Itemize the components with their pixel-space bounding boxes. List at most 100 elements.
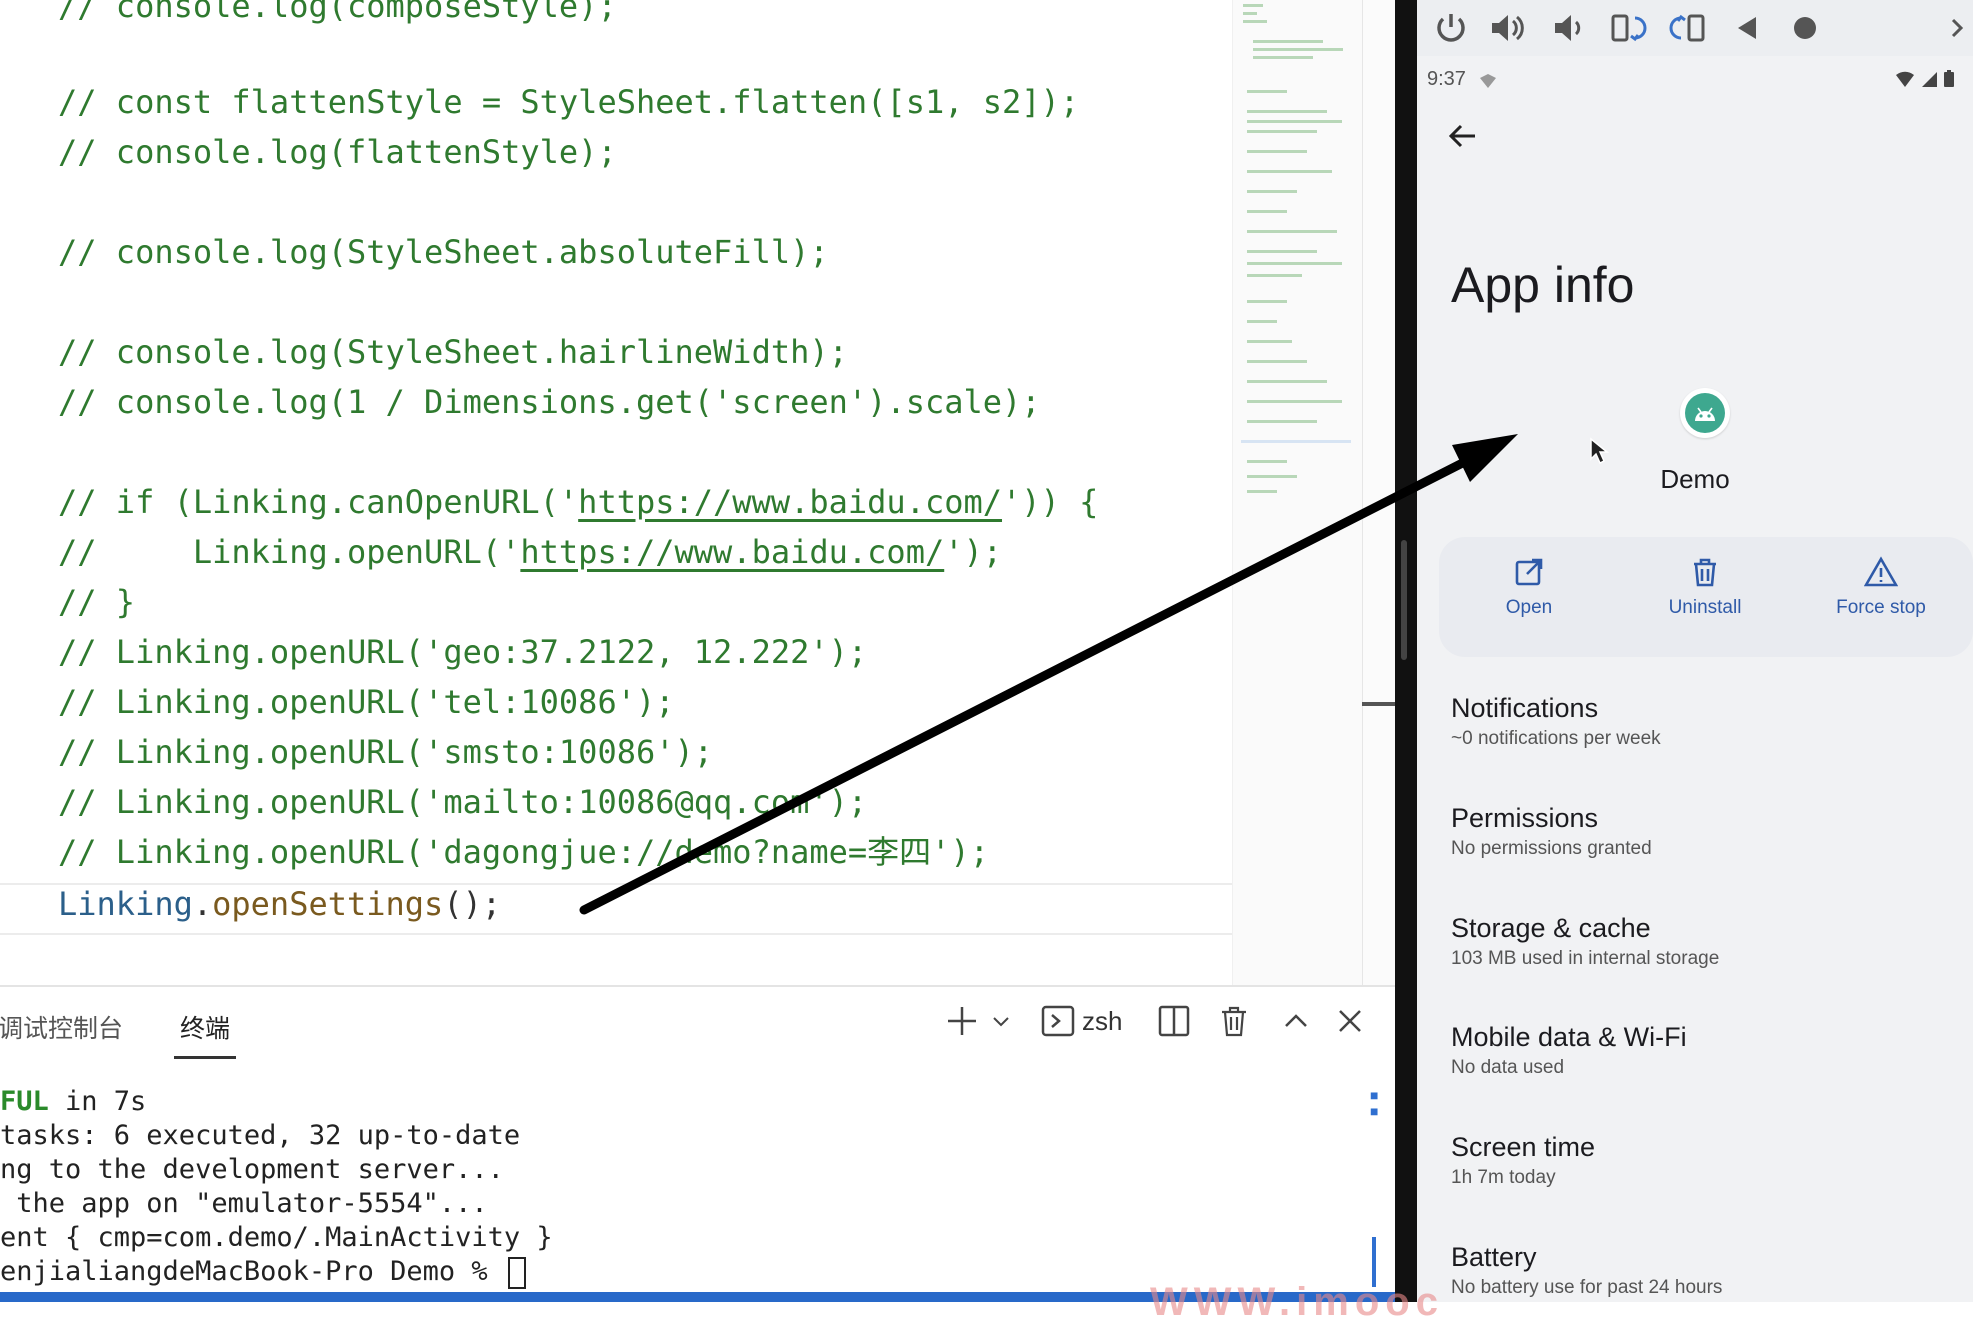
force-stop-label: Force stop <box>1836 597 1926 618</box>
terminal-line: tasks: 6 executed, 32 up-to-date <box>0 1120 521 1151</box>
terminal-prompt-line[interactable]: enjialiangdeMacBook-Pro Demo % <box>0 1255 526 1289</box>
close-icon <box>1339 1010 1361 1032</box>
open-button[interactable]: Open <box>1449 555 1609 619</box>
minimap[interactable] <box>1232 0 1363 985</box>
triangle-back-icon <box>1738 17 1756 39</box>
rotate-right-icon <box>1669 14 1705 42</box>
home-button[interactable] <box>1785 8 1825 48</box>
code-line[interactable]: // console.log(1 / Dimensions.get('scree… <box>58 382 1041 422</box>
code-line[interactable]: // Linking.openURL('tel:10086'); <box>58 682 675 722</box>
open-in-new-icon <box>1515 558 1543 586</box>
terminal-prompt: enjialiangdeMacBook-Pro Demo % <box>0 1256 504 1287</box>
code-line-active[interactable]: Linking.openSettings(); <box>58 884 501 924</box>
terminal-icon <box>1041 1005 1075 1037</box>
rotate-left-button[interactable] <box>1609 8 1649 48</box>
volume-down-icon <box>1555 15 1581 41</box>
code-editor[interactable]: // console.log(composeStyle); // const f… <box>0 0 1395 985</box>
terminal-line: the app on "emulator-5554"... <box>0 1188 488 1219</box>
kill-terminal-button[interactable] <box>1214 999 1254 1043</box>
close-panel-button[interactable] <box>1330 999 1370 1043</box>
setting-permissions[interactable]: Permissions No permissions granted <box>1451 802 1652 862</box>
uninstall-button[interactable]: Uninstall <box>1625 555 1785 619</box>
code-url-link[interactable]: https://www.baidu.com/ <box>578 483 1002 521</box>
resize-handle[interactable] <box>1401 540 1407 660</box>
setting-storage-cache[interactable]: Storage & cache 103 MB used in internal … <box>1451 912 1719 972</box>
setting-subtitle: No permissions granted <box>1451 838 1652 859</box>
volume-up-button[interactable] <box>1487 8 1527 48</box>
action-card: Open Uninstall Force stop <box>1439 537 1973 657</box>
code-line[interactable]: // console.log(StyleSheet.hairlineWidth)… <box>58 332 848 372</box>
code-line[interactable]: // console.log(flattenStyle); <box>58 132 617 172</box>
power-button[interactable] <box>1431 8 1471 48</box>
code-token-punctuation: (); <box>443 885 502 923</box>
terminal-decoration-dots: ■ ■ <box>1370 1087 1381 1119</box>
split-icon <box>1158 1005 1190 1037</box>
editor-scrollbar[interactable] <box>1362 0 1395 985</box>
code-line[interactable]: // console.log(composeStyle); <box>58 0 617 26</box>
terminal-line: ng to the development server... <box>0 1154 504 1185</box>
setting-subtitle: 103 MB used in internal storage <box>1451 948 1720 969</box>
chevron-right-icon <box>1951 18 1964 38</box>
more-options-button[interactable] <box>1943 8 1973 48</box>
code-token-function: openSettings <box>212 885 444 923</box>
tab-terminal[interactable]: 终端 <box>180 1009 230 1045</box>
code-line[interactable]: // Linking.openURL('dagongjue://demo?nam… <box>58 832 989 872</box>
setting-mobile-data[interactable]: Mobile data & Wi-Fi No data used <box>1451 1021 1687 1081</box>
code-text: // Linking.openURL(' <box>58 533 521 571</box>
page-title: App info <box>1451 257 1635 313</box>
trash-icon <box>1694 558 1716 587</box>
app-icon <box>1680 388 1730 438</box>
code-line[interactable]: // Linking.openURL('geo:37.2122, 12.222'… <box>58 632 867 672</box>
status-icons <box>1895 70 1955 93</box>
setting-subtitle: ~0 notifications per week <box>1451 728 1661 749</box>
terminal-text: in 7s <box>48 1086 147 1117</box>
tab-debug-console[interactable]: 调试控制台 <box>0 1009 123 1045</box>
code-line[interactable]: // Linking.openURL('mailto:10086@qq.com'… <box>58 782 867 822</box>
code-line[interactable]: // Linking.openURL('smsto:10086'); <box>58 732 713 772</box>
setting-title: Storage & cache <box>1451 913 1651 943</box>
scrollbar-position-marker[interactable] <box>1362 702 1395 706</box>
force-stop-button[interactable]: Force stop <box>1801 555 1961 619</box>
code-line[interactable]: // if (Linking.canOpenURL('https://www.b… <box>58 482 1098 522</box>
battery-icon <box>1944 70 1954 87</box>
setting-title: Notifications <box>1451 693 1599 723</box>
navigate-back-button[interactable] <box>1445 118 1485 158</box>
setting-title: Permissions <box>1451 803 1599 833</box>
maximize-panel-button[interactable] <box>1276 999 1316 1043</box>
home-circle-icon <box>1794 17 1816 39</box>
terminal-status-text: FUL <box>0 1086 49 1117</box>
volume-up-icon <box>1492 15 1524 41</box>
terminal-shell-name[interactable]: zsh <box>1082 999 1122 1043</box>
active-tab-indicator <box>174 1056 236 1059</box>
volume-down-button[interactable] <box>1549 8 1589 48</box>
setting-subtitle: 1h 7m today <box>1451 1167 1556 1188</box>
setting-notifications[interactable]: Notifications ~0 notifications per week <box>1451 692 1661 752</box>
open-label: Open <box>1505 597 1553 618</box>
code-line[interactable]: // console.log(StyleSheet.absoluteFill); <box>58 232 829 272</box>
setting-subtitle: No battery use for past 24 hours <box>1451 1277 1723 1298</box>
back-button[interactable] <box>1727 8 1767 48</box>
setting-subtitle: No data used <box>1451 1057 1565 1078</box>
app-name: Demo <box>1660 464 1730 494</box>
new-terminal-button[interactable] <box>942 999 982 1043</box>
terminal-line: FUL in 7s <box>0 1085 146 1119</box>
mouse-pointer-icon <box>1590 437 1609 465</box>
terminal-shell-icon[interactable] <box>1038 999 1078 1043</box>
setting-battery[interactable]: Battery No battery use for past 24 hours <box>1451 1241 1722 1301</box>
rotate-left-icon <box>1611 14 1647 42</box>
rotate-right-button[interactable] <box>1667 8 1707 48</box>
code-line[interactable]: // const flattenStyle = StyleSheet.flatt… <box>58 82 1079 122</box>
panel-tab-bar: 调试控制台 终端 zsh <box>0 987 1395 1059</box>
code-line[interactable]: // } <box>58 582 135 622</box>
code-line[interactable]: // Linking.openURL('https://www.baidu.co… <box>58 532 1002 572</box>
terminal-profile-dropdown[interactable] <box>988 999 1014 1043</box>
uninstall-label: Uninstall <box>1668 597 1742 618</box>
code-url-link[interactable]: https://www.baidu.com/ <box>520 533 944 571</box>
code-text: // if (Linking.canOpenURL(' <box>58 483 579 521</box>
code-area[interactable]: // console.log(composeStyle); // const f… <box>0 0 1232 985</box>
setting-screen-time[interactable]: Screen time 1h 7m today <box>1451 1131 1595 1191</box>
power-icon <box>1437 14 1465 42</box>
bottom-panel: 调试控制台 终端 zsh FUL in 7s tasks: 6 executed… <box>0 985 1395 1294</box>
split-terminal-button[interactable] <box>1154 999 1194 1043</box>
notification-icon <box>1480 74 1496 88</box>
